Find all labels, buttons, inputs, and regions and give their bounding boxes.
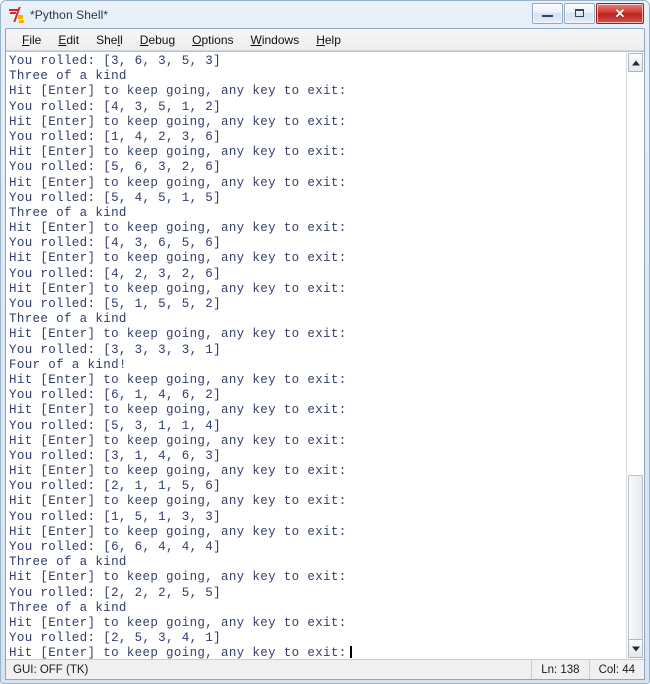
shell-line: Hit [Enter] to keep going, any key to ex… xyxy=(9,281,347,296)
minimize-icon xyxy=(542,15,553,17)
menu-item-edit[interactable]: Edit xyxy=(50,31,88,49)
maximize-button[interactable] xyxy=(564,3,595,24)
shell-line: You rolled: [4, 2, 3, 2, 6] xyxy=(9,266,221,281)
menu-item-options[interactable]: Options xyxy=(184,31,242,49)
shell-line: Three of a kind xyxy=(9,555,127,570)
menu-item-help[interactable]: Help xyxy=(308,31,350,49)
shell-line: You rolled: [3, 6, 3, 5, 3] xyxy=(9,54,221,68)
python-idle-icon xyxy=(9,7,25,23)
shell-input-line[interactable]: Hit [Enter] to keep going, any key to ex… xyxy=(9,646,626,659)
shell-line: Hit [Enter] to keep going, any key to ex… xyxy=(9,114,347,129)
scroll-up-button[interactable] xyxy=(628,53,643,72)
shell-line: Hit [Enter] to keep going, any key to ex… xyxy=(9,372,347,387)
vertical-scrollbar[interactable] xyxy=(626,52,644,659)
menu-item-windows[interactable]: Windows xyxy=(243,31,309,49)
shell-line: You rolled: [3, 3, 3, 3, 1] xyxy=(9,342,221,357)
shell-line: Hit [Enter] to keep going, any key to ex… xyxy=(9,175,347,190)
shell-line: Hit [Enter] to keep going, any key to ex… xyxy=(9,615,347,630)
scroll-down-button[interactable] xyxy=(628,639,643,658)
shell-line: Hit [Enter] to keep going, any key to ex… xyxy=(9,251,347,266)
menu-item-file[interactable]: File xyxy=(14,31,50,49)
shell-line: Hit [Enter] to keep going, any key to ex… xyxy=(9,84,347,99)
shell-line: Hit [Enter] to keep going, any key to ex… xyxy=(9,524,347,539)
shell-line: Hit [Enter] to keep going, any key to ex… xyxy=(9,433,347,448)
shell-line: Three of a kind xyxy=(9,600,127,615)
shell-text-area: You rolled: [3, 6, 3, 5, 3] Three of a ki… xyxy=(6,51,644,659)
client-area: File Edit Shell Debug Options Windows He… xyxy=(5,28,645,680)
window-controls: ✕ xyxy=(532,3,644,24)
column-number-label: Col: 44 xyxy=(588,660,644,679)
shell-line: You rolled: [3, 1, 4, 6, 3] xyxy=(9,448,221,463)
shell-line: You rolled: [5, 3, 1, 1, 4] xyxy=(9,418,221,433)
shell-line: Three of a kind xyxy=(9,205,127,220)
scrollbar-track[interactable] xyxy=(627,72,644,641)
chevron-up-icon xyxy=(631,60,640,65)
shell-line: Hit [Enter] to keep going, any key to ex… xyxy=(9,570,347,585)
menu-item-shell[interactable]: Shell xyxy=(88,31,132,49)
gui-state-label: GUI: OFF (TK) xyxy=(13,663,89,676)
shell-line: You rolled: [4, 3, 5, 1, 2] xyxy=(9,99,221,114)
close-icon: ✕ xyxy=(614,6,626,21)
shell-prompt-text: Hit [Enter] to keep going, any key to ex… xyxy=(9,646,347,659)
chevron-down-icon xyxy=(631,646,640,651)
shell-line: You rolled: [5, 4, 5, 1, 5] xyxy=(9,190,221,205)
shell-line: You rolled: [2, 2, 2, 5, 5] xyxy=(9,585,221,600)
shell-line: You rolled: [2, 5, 3, 4, 1] xyxy=(9,631,221,646)
caret-position-group: Ln: 138 Col: 44 xyxy=(531,660,644,679)
shell-line: Three of a kind xyxy=(9,312,127,327)
shell-line: You rolled: [1, 5, 1, 3, 3] xyxy=(9,509,221,524)
shell-line: Hit [Enter] to keep going, any key to ex… xyxy=(9,145,347,160)
text-caret xyxy=(349,646,352,659)
shell-line: Hit [Enter] to keep going, any key to ex… xyxy=(9,403,347,418)
python-shell-window: *Python Shell* ✕ File Edit Shell Debug O… xyxy=(0,0,650,684)
shell-line: Hit [Enter] to keep going, any key to ex… xyxy=(9,221,347,236)
shell-line: You rolled: [1, 4, 2, 3, 6] xyxy=(9,129,221,144)
title-bar[interactable]: *Python Shell* ✕ xyxy=(5,3,645,27)
shell-line: Hit [Enter] to keep going, any key to ex… xyxy=(9,494,347,509)
shell-line: You rolled: [5, 6, 3, 2, 6] xyxy=(9,160,221,175)
shell-line: Hit [Enter] to keep going, any key to ex… xyxy=(9,327,347,342)
shell-line: Hit [Enter] to keep going, any key to ex… xyxy=(9,464,347,479)
status-bar: GUI: OFF (TK) Ln: 138 Col: 44 xyxy=(6,659,644,679)
shell-line: Four of a kind! xyxy=(9,357,127,372)
shell-line: You rolled: [6, 6, 4, 4, 4] xyxy=(9,540,221,554)
shell-line: You rolled: [6, 1, 4, 6, 2] xyxy=(9,388,221,403)
window-title: *Python Shell* xyxy=(30,8,109,22)
shell-line: Three of a kind xyxy=(9,69,127,84)
line-number-label: Ln: 138 xyxy=(531,660,588,679)
shell-line: You rolled: [5, 1, 5, 5, 2] xyxy=(9,297,221,311)
menu-bar: File Edit Shell Debug Options Windows He… xyxy=(6,29,644,51)
minimize-button[interactable] xyxy=(532,3,563,24)
close-button[interactable]: ✕ xyxy=(596,3,644,24)
scrollbar-thumb[interactable] xyxy=(628,474,643,641)
shell-line: You rolled: [2, 1, 1, 5, 6] xyxy=(9,479,221,494)
shell-output[interactable]: You rolled: [3, 6, 3, 5, 3] Three of a ki… xyxy=(6,52,626,659)
menu-item-debug[interactable]: Debug xyxy=(132,31,184,49)
shell-line: You rolled: [4, 3, 6, 5, 6] xyxy=(9,236,221,251)
maximize-icon xyxy=(575,9,584,17)
